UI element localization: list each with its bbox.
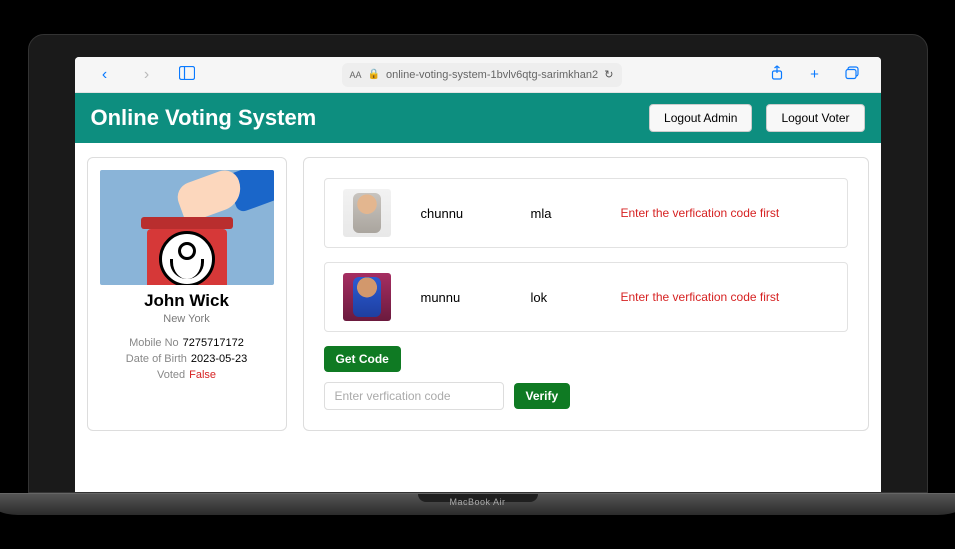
font-size-label: AA [350,70,362,80]
profile-mobile-row: Mobile No7275717172 [100,337,274,349]
candidate-photo [343,273,391,321]
candidate-role: mla [531,206,591,221]
url-bar[interactable]: AA 🔒 online-voting-system-1bvlv6qtg-sari… [342,63,622,87]
candidate-row: munnu lok Enter the verfication code fir… [324,262,848,332]
profile-voted-row: VotedFalse [100,369,274,381]
candidate-role: lok [531,290,591,305]
profile-hero-image [100,170,274,285]
profile-card: John Wick New York Mobile No7275717172 D… [87,157,287,431]
browser-toolbar: ‹ › AA 🔒 online-voting-system-1bvlv6qtg-… [75,57,881,93]
verification-code-input[interactable] [324,382,504,410]
url-text: online-voting-system-1bvlv6qtg-sarimkhan… [386,69,598,81]
profile-name: John Wick [100,291,274,311]
laptop-base: MacBook Air [0,493,955,515]
avatar-icon [159,231,215,285]
profile-dob-row: Date of Birth2023-05-23 [100,353,274,365]
candidate-name: chunnu [421,206,501,221]
new-tab-icon[interactable]: + [801,66,829,83]
app-title: Online Voting System [91,105,317,131]
candidate-photo [343,189,391,237]
logout-admin-button[interactable]: Logout Admin [649,104,752,132]
laptop-frame: ‹ › AA 🔒 online-voting-system-1bvlv6qtg-… [28,34,928,515]
sidebar-icon[interactable] [173,66,201,84]
laptop-brand-label: MacBook Air [449,497,505,507]
lock-icon: 🔒 [368,69,380,80]
app-header: Online Voting System Logout Admin Logout… [75,93,881,143]
candidate-message: Enter the verfication code first [621,290,829,304]
candidate-message: Enter the verfication code first [621,206,829,220]
candidates-panel: chunnu mla Enter the verfication code fi… [303,157,869,431]
logout-voter-button[interactable]: Logout Voter [766,104,864,132]
back-button[interactable]: ‹ [89,66,121,84]
reload-icon[interactable]: ↻ [604,68,613,81]
share-icon[interactable] [763,65,791,85]
candidate-name: munnu [421,290,501,305]
candidate-row: chunnu mla Enter the verfication code fi… [324,178,848,248]
profile-location: New York [100,313,274,325]
forward-button[interactable]: › [131,66,163,84]
get-code-button[interactable]: Get Code [324,346,401,372]
verify-button[interactable]: Verify [514,383,571,409]
tabs-icon[interactable] [839,66,867,84]
